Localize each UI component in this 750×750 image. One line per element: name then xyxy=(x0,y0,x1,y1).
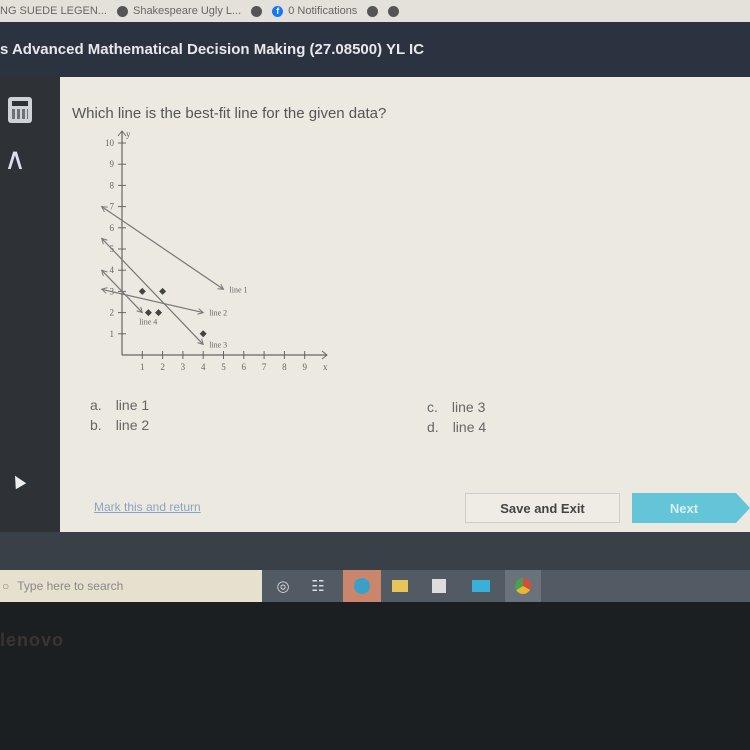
globe-icon xyxy=(388,5,400,17)
x-axis-label: x xyxy=(323,362,328,372)
y-axis-label: y xyxy=(126,129,131,139)
answer-option-b[interactable]: b. line 2 xyxy=(90,415,149,435)
laptop-brand-logo: lenovo xyxy=(0,630,65,650)
bookmark-1[interactable]: Shakespeare Ugly L... xyxy=(116,5,241,17)
globe-icon xyxy=(251,5,263,17)
answer-option-a[interactable]: a. line 1 xyxy=(90,395,149,415)
chevron-up-icon[interactable]: ∧ xyxy=(4,145,26,175)
task-view-icon[interactable]: ☷ xyxy=(303,574,333,598)
mouse-cursor-icon xyxy=(9,472,27,490)
line-label: line 1 xyxy=(230,285,248,294)
question-text: Which line is the best-fit line for the … xyxy=(72,105,387,122)
x-tick-label: 3 xyxy=(181,362,186,372)
line-label: line 2 xyxy=(209,309,227,318)
x-tick-label: 2 xyxy=(160,362,165,372)
cortana-icon[interactable]: ◎ xyxy=(268,574,298,598)
next-button[interactable]: Next xyxy=(632,493,750,523)
course-title: s Advanced Mathematical Decision Making … xyxy=(0,41,425,58)
answer-column-left: a. line 1 b. line 2 xyxy=(90,395,149,435)
y-tick-label: 8 xyxy=(110,180,115,190)
scatter-chart: yx12345678912345678910line 1line 2line 3… xyxy=(100,129,328,372)
question-panel: Which line is the best-fit line for the … xyxy=(60,77,750,532)
y-tick-label: 2 xyxy=(110,308,115,318)
data-point xyxy=(155,309,163,317)
answer-option-c[interactable]: c. line 3 xyxy=(427,397,486,417)
best-fit-line-2 xyxy=(101,288,204,314)
sidebar: ∧ xyxy=(0,77,60,532)
facebook-icon: f xyxy=(272,5,284,17)
search-icon: ○ xyxy=(2,579,10,593)
y-tick-label: 4 xyxy=(110,265,115,275)
y-tick-label: 6 xyxy=(110,223,115,233)
calculator-icon[interactable] xyxy=(8,97,32,123)
globe-icon xyxy=(116,5,128,17)
bookmark-notifications[interactable]: f0 Notifications xyxy=(272,5,357,17)
best-fit-line-1 xyxy=(101,206,224,290)
taskbar: ○ Type here to search ◎ ☷ xyxy=(0,570,750,602)
mail-icon[interactable] xyxy=(466,574,496,598)
screen-bottom-area xyxy=(0,532,750,570)
x-tick-label: 6 xyxy=(242,362,247,372)
bookmarks-bar: NG SUEDE LEGEN... Shakespeare Ugly L... … xyxy=(0,0,750,22)
x-tick-label: 1 xyxy=(140,362,145,372)
line-label: line 3 xyxy=(209,340,227,349)
y-tick-label: 7 xyxy=(110,202,115,212)
save-and-exit-button[interactable]: Save and Exit xyxy=(465,493,620,523)
taskbar-search[interactable]: ○ Type here to search xyxy=(0,570,262,602)
line-label: line 4 xyxy=(139,317,157,326)
answer-option-d[interactable]: d. line 4 xyxy=(427,417,486,437)
edge-icon[interactable] xyxy=(343,570,381,602)
y-tick-label: 9 xyxy=(110,159,115,169)
x-tick-label: 4 xyxy=(201,362,206,372)
data-point xyxy=(144,309,152,317)
data-point xyxy=(199,330,207,338)
data-point xyxy=(138,287,146,295)
x-tick-label: 7 xyxy=(262,362,267,372)
x-tick-label: 5 xyxy=(221,362,226,372)
answer-column-right: c. line 3 d. line 4 xyxy=(427,397,486,437)
x-tick-label: 8 xyxy=(282,362,287,372)
y-tick-label: 1 xyxy=(110,329,115,339)
laptop-bezel: lenovo xyxy=(0,602,750,750)
best-fit-line-3 xyxy=(101,237,204,345)
bookmark-4[interactable] xyxy=(367,5,379,17)
bookmark-0[interactable]: NG SUEDE LEGEN... xyxy=(0,5,107,17)
x-tick-label: 9 xyxy=(302,362,307,372)
course-title-bar: s Advanced Mathematical Decision Making … xyxy=(0,22,750,77)
globe-icon xyxy=(367,5,379,17)
bookmark-5[interactable] xyxy=(388,5,400,17)
chrome-icon[interactable] xyxy=(505,570,541,602)
data-point xyxy=(159,287,167,295)
mark-and-return-link[interactable]: Mark this and return xyxy=(94,500,201,514)
y-tick-label: 10 xyxy=(105,138,115,148)
store-icon[interactable] xyxy=(424,574,454,598)
file-explorer-icon[interactable] xyxy=(385,574,415,598)
search-placeholder: Type here to search xyxy=(17,579,124,593)
bookmark-2[interactable] xyxy=(251,5,263,17)
